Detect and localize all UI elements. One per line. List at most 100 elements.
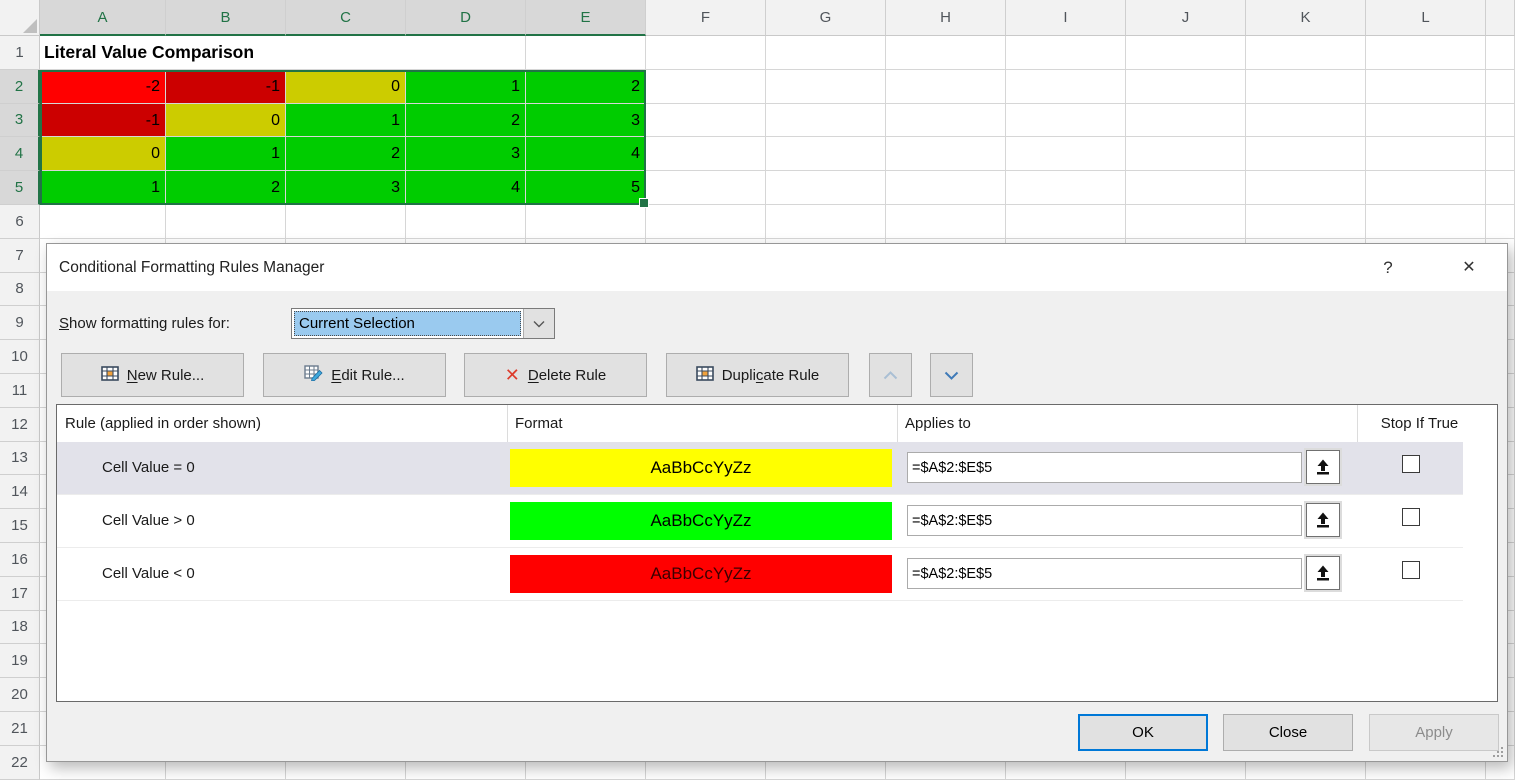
cell-G3[interactable]	[766, 104, 886, 138]
cell-A4[interactable]: 0	[40, 137, 166, 171]
cell-H5[interactable]	[886, 171, 1006, 205]
collapse-dialog-range-button[interactable]	[1306, 503, 1340, 537]
cell-K3[interactable]	[1246, 104, 1366, 138]
row-header-20[interactable]: 20	[0, 678, 40, 712]
row-header-1[interactable]: 1	[0, 36, 40, 70]
stop-if-true-checkbox[interactable]	[1402, 561, 1420, 579]
applies-to-input[interactable]	[907, 452, 1302, 483]
apply-button[interactable]: Apply	[1369, 714, 1499, 751]
cell-K6[interactable]	[1246, 205, 1366, 239]
cell-I5[interactable]	[1006, 171, 1126, 205]
row-header-4[interactable]: 4	[0, 137, 40, 171]
cell-partial[interactable]	[1486, 205, 1515, 239]
close-icon[interactable]: ✕	[1450, 244, 1488, 291]
cell-I1[interactable]	[1006, 36, 1126, 70]
cell-L4[interactable]	[1366, 137, 1486, 171]
collapse-dialog-range-button[interactable]	[1306, 556, 1340, 590]
cell-C5[interactable]: 3	[286, 171, 406, 205]
resize-grip[interactable]	[1491, 745, 1504, 758]
row-header-3[interactable]: 3	[0, 104, 40, 138]
cell-D2[interactable]: 1	[406, 70, 526, 104]
cell-B6[interactable]	[166, 205, 286, 239]
row-header-2[interactable]: 2	[0, 70, 40, 104]
row-header-7[interactable]: 7	[0, 239, 40, 273]
cell-F2[interactable]	[646, 70, 766, 104]
row-header-18[interactable]: 18	[0, 611, 40, 645]
rule-row-2[interactable]: Cell Value > 0AaBbCcYyZz	[57, 495, 1463, 548]
cell-partial[interactable]	[1486, 137, 1515, 171]
cell-K5[interactable]	[1246, 171, 1366, 205]
cell-H6[interactable]	[886, 205, 1006, 239]
help-button[interactable]: ?	[1372, 244, 1404, 291]
cell-L3[interactable]	[1366, 104, 1486, 138]
cell-F1[interactable]	[646, 36, 766, 70]
cell-partial[interactable]	[1486, 171, 1515, 205]
cell-C3[interactable]: 1	[286, 104, 406, 138]
cell-E1[interactable]	[526, 36, 646, 70]
cell-C2[interactable]: 0	[286, 70, 406, 104]
cell-J3[interactable]	[1126, 104, 1246, 138]
cell-I3[interactable]	[1006, 104, 1126, 138]
cell-H4[interactable]	[886, 137, 1006, 171]
cell-J2[interactable]	[1126, 70, 1246, 104]
row-header-8[interactable]: 8	[0, 273, 40, 307]
cell-F4[interactable]	[646, 137, 766, 171]
cell-A6[interactable]	[40, 205, 166, 239]
row-header-15[interactable]: 15	[0, 509, 40, 543]
cell-K4[interactable]	[1246, 137, 1366, 171]
cell-G4[interactable]	[766, 137, 886, 171]
row-header-14[interactable]: 14	[0, 475, 40, 509]
cell-E2[interactable]: 2	[526, 70, 646, 104]
column-header-D[interactable]: D	[406, 0, 526, 36]
cell-D4[interactable]: 3	[406, 137, 526, 171]
cell-H1[interactable]	[886, 36, 1006, 70]
cell-C4[interactable]: 2	[286, 137, 406, 171]
cell-K1[interactable]	[1246, 36, 1366, 70]
cell-F6[interactable]	[646, 205, 766, 239]
applies-to-input[interactable]	[907, 505, 1302, 536]
cell-E4[interactable]: 4	[526, 137, 646, 171]
cell-partial[interactable]	[1486, 70, 1515, 104]
rule-row-1[interactable]: Cell Value = 0AaBbCcYyZz	[57, 442, 1463, 495]
cell-H3[interactable]	[886, 104, 1006, 138]
column-header-J[interactable]: J	[1126, 0, 1246, 36]
column-header-L[interactable]: L	[1366, 0, 1486, 36]
column-header-B[interactable]: B	[166, 0, 286, 36]
cell-J1[interactable]	[1126, 36, 1246, 70]
cell-A2[interactable]: -2	[40, 70, 166, 104]
cell-E5[interactable]: 5	[526, 171, 646, 205]
cell-F5[interactable]	[646, 171, 766, 205]
dialog-titlebar[interactable]: Conditional Formatting Rules Manager ? ✕	[47, 244, 1507, 291]
close-button[interactable]: Close	[1223, 714, 1353, 751]
cell-A5[interactable]: 1	[40, 171, 166, 205]
column-header-A[interactable]: A	[40, 0, 166, 36]
edit-rule-button[interactable]: Edit Rule...	[263, 353, 446, 397]
row-header-21[interactable]: 21	[0, 712, 40, 746]
cell-B5[interactable]: 2	[166, 171, 286, 205]
row-header-17[interactable]: 17	[0, 577, 40, 611]
cell-D1[interactable]	[406, 36, 526, 70]
row-header-10[interactable]: 10	[0, 340, 40, 374]
cell-B3[interactable]: 0	[166, 104, 286, 138]
new-rule-button[interactable]: New Rule...	[61, 353, 244, 397]
cell-L2[interactable]	[1366, 70, 1486, 104]
column-header-C[interactable]: C	[286, 0, 406, 36]
cell-I2[interactable]	[1006, 70, 1126, 104]
duplicate-rule-button[interactable]: Duplicate Rule	[666, 353, 849, 397]
cell-A1[interactable]: Literal Value Comparison	[40, 36, 166, 70]
cell-partial[interactable]	[1486, 36, 1515, 70]
cell-E6[interactable]	[526, 205, 646, 239]
move-rule-up-button[interactable]	[869, 353, 912, 397]
cell-I6[interactable]	[1006, 205, 1126, 239]
cell-C6[interactable]	[286, 205, 406, 239]
cell-L5[interactable]	[1366, 171, 1486, 205]
cell-L6[interactable]	[1366, 205, 1486, 239]
cell-I4[interactable]	[1006, 137, 1126, 171]
column-header-E[interactable]: E	[526, 0, 646, 36]
row-header-19[interactable]: 19	[0, 644, 40, 678]
cell-J4[interactable]	[1126, 137, 1246, 171]
cell-B4[interactable]: 1	[166, 137, 286, 171]
row-header-11[interactable]: 11	[0, 374, 40, 408]
delete-rule-button[interactable]: ✕ Delete Rule	[464, 353, 647, 397]
cell-D5[interactable]: 4	[406, 171, 526, 205]
